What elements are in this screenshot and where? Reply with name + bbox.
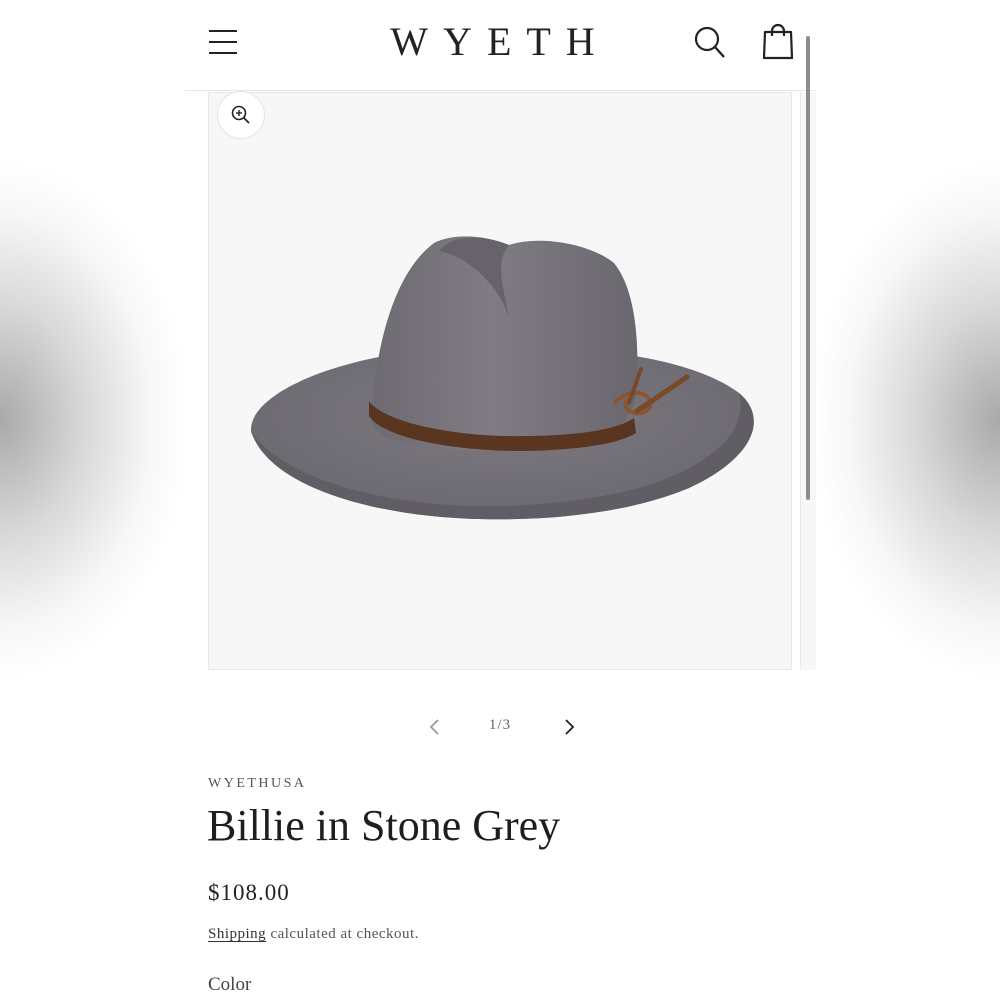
hat-product-image xyxy=(250,236,754,520)
zoom-in-icon xyxy=(231,105,250,124)
search-button[interactable] xyxy=(693,24,727,60)
cart-button[interactable] xyxy=(761,22,795,62)
site-header: WYETH xyxy=(185,0,816,91)
shipping-link[interactable]: Shipping xyxy=(208,926,266,942)
color-label: Color xyxy=(208,974,252,995)
background-blur-right xyxy=(815,0,1000,1000)
menu-button[interactable] xyxy=(207,26,239,58)
product-title: Billie in Stone Grey xyxy=(207,801,561,850)
search-icon xyxy=(694,26,725,58)
shipping-note: Shipping calculated at checkout. xyxy=(208,926,419,943)
product-image-slide[interactable] xyxy=(208,91,792,670)
shopping-bag-icon xyxy=(762,23,794,60)
slider-controls: 1/3 xyxy=(415,710,585,744)
shipping-text: calculated at checkout. xyxy=(266,926,419,942)
product-page: WYETH 1/3 WYETHUSA Billie in Stone Grey … xyxy=(185,0,816,1000)
hamburger-menu-icon xyxy=(209,30,237,54)
previous-slide-button[interactable] xyxy=(425,716,445,738)
zoom-button[interactable] xyxy=(217,91,265,139)
product-price: $108.00 xyxy=(208,880,290,905)
product-vendor: WYETHUSA xyxy=(208,776,307,791)
background-blur-left xyxy=(0,0,185,1000)
next-slide-button[interactable] xyxy=(559,716,579,738)
site-logo[interactable]: WYETH xyxy=(385,18,615,66)
chevron-right-icon xyxy=(565,719,575,735)
slide-counter: 1/3 xyxy=(488,717,512,733)
scrollbar[interactable] xyxy=(806,36,810,500)
chevron-left-icon xyxy=(429,719,439,735)
